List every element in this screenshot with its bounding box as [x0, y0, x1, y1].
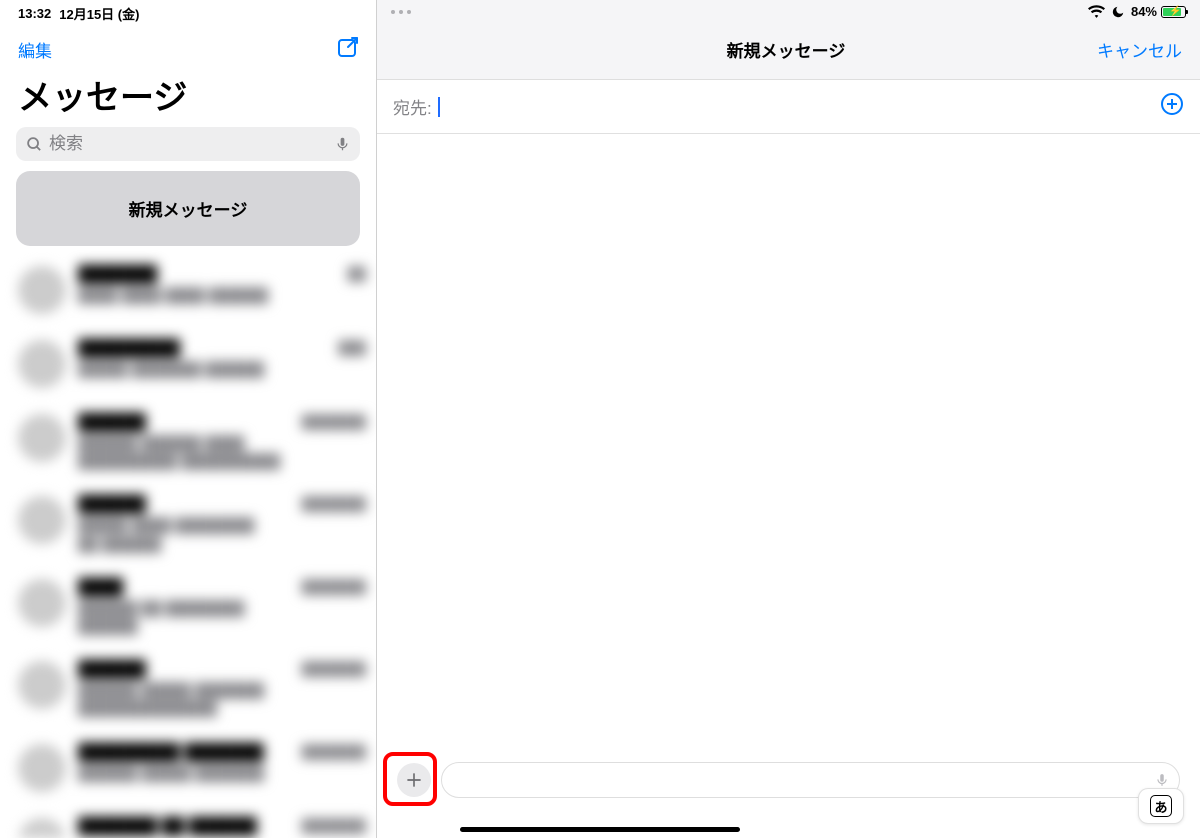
page-title: 新規メッセージ [475, 37, 1097, 62]
search-input[interactable] [16, 127, 360, 161]
avatar [18, 266, 66, 314]
list-item[interactable]: █████████ ████████████████████ █████ ███… [18, 734, 366, 808]
avatar [18, 496, 66, 544]
avatar [18, 579, 66, 627]
message-thread [377, 134, 1200, 762]
compose-icon[interactable] [336, 35, 360, 64]
sidebar: 13:32 12月15日 (金) 編集 メッセージ 新規メッセージ [0, 0, 377, 838]
main-header: 84% ⚡ 新規メッセージ キャンセル [377, 0, 1200, 80]
to-input[interactable] [438, 97, 1154, 117]
avatar [18, 818, 66, 838]
search-icon [26, 136, 43, 153]
list-item[interactable]: █████████████████ ███████ ██████ [18, 330, 366, 404]
status-bar-right: 84% ⚡ [377, 0, 1200, 19]
list-item[interactable]: ███████ ██ ███████████████████ [18, 808, 366, 838]
status-time: 13:32 [18, 6, 51, 21]
message-input[interactable] [441, 762, 1180, 798]
selected-conversation[interactable]: 新規メッセージ [16, 171, 360, 246]
ime-switch-button[interactable]: あ [1138, 788, 1184, 824]
avatar [18, 661, 66, 709]
list-item[interactable]: █████████████ ████ ████ ██████ [18, 256, 366, 330]
cancel-button[interactable]: キャンセル [1097, 37, 1182, 62]
edit-button[interactable]: 編集 [18, 37, 52, 62]
list-item[interactable]: ██████████████████ ████ ██████████ █████… [18, 486, 366, 568]
add-contact-button[interactable] [1160, 92, 1184, 121]
avatar [18, 744, 66, 792]
battery-indicator: 84% ⚡ [1131, 4, 1186, 19]
to-label: 宛先: [393, 94, 432, 119]
moon-icon [1111, 5, 1125, 19]
avatar [18, 340, 66, 388]
main-pane: 84% ⚡ 新規メッセージ キャンセル 宛先: [377, 0, 1200, 838]
selected-conversation-label: 新規メッセージ [129, 196, 248, 221]
status-date: 12月15日 (金) [59, 4, 139, 23]
multitask-dots-icon[interactable] [391, 10, 411, 14]
status-bar-left: 13:32 12月15日 (金) [0, 0, 376, 23]
wifi-icon [1088, 5, 1105, 18]
mic-icon[interactable] [335, 135, 350, 153]
conversation-list: █████████████ ████ ████ ██████ █████████… [0, 256, 376, 838]
list-item[interactable]: ███████████████████ ██████ █████████████… [18, 404, 366, 486]
ime-label: あ [1150, 795, 1172, 817]
dictation-icon[interactable] [1155, 771, 1169, 789]
bolt-icon: ⚡ [1169, 6, 1181, 17]
sidebar-title: メッセージ [0, 64, 376, 127]
battery-percent: 84% [1131, 4, 1157, 19]
to-field-row[interactable]: 宛先: [377, 80, 1200, 134]
search-field[interactable] [49, 134, 329, 154]
attach-plus-button[interactable] [397, 763, 431, 797]
list-item[interactable]: █████████████████ ██ ██████████████ [18, 569, 366, 651]
avatar [18, 414, 66, 462]
plus-icon [405, 771, 423, 789]
list-item[interactable]: ███████████████████ █████ ██████████████… [18, 651, 366, 733]
home-indicator[interactable] [460, 827, 740, 832]
